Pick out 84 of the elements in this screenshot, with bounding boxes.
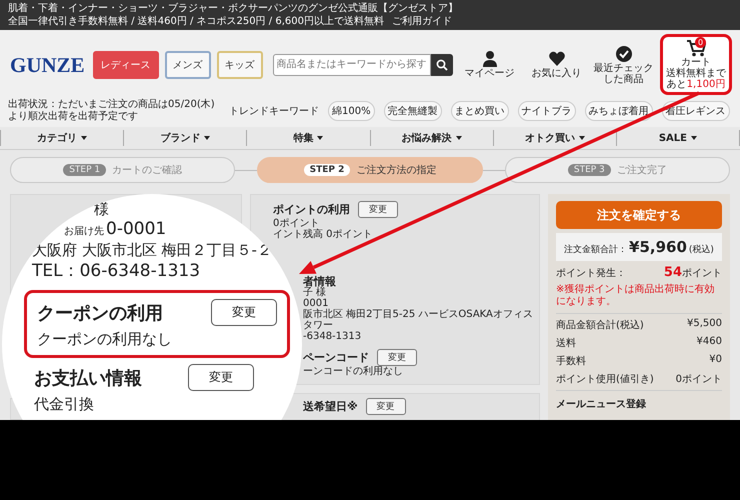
- nav-menu-item[interactable]: 特集: [246, 130, 370, 146]
- cart-button[interactable]: 0 カート 送料無料まで あと 1,100円: [660, 34, 732, 95]
- step-badge: STEP 1: [63, 164, 106, 176]
- points-label: ポイント発生：: [556, 266, 626, 280]
- phone-number: TEL：06-6348-1313: [32, 260, 202, 282]
- cart-icon: [686, 39, 706, 57]
- check-circle-icon: [614, 44, 632, 62]
- search-button[interactable]: [431, 54, 453, 76]
- nav-menu-item[interactable]: カテゴリ: [0, 130, 124, 146]
- keyword-tag[interactable]: 綿100%: [328, 101, 375, 121]
- step-label: ご注文完了: [616, 164, 667, 177]
- shortcut-link[interactable]: 最近チェックした商品: [593, 44, 654, 84]
- shipping-notice: 全国一律代引き手数料無料 / 送料460円 / ネコポス250円 / 6,600円以上で送料無料: [8, 15, 384, 28]
- search-field[interactable]: 商品名またはキーワードから探す: [272, 54, 431, 76]
- section-text: 0001: [303, 298, 328, 309]
- search-icon: [436, 58, 448, 70]
- section-text: 阪市北区 梅田2丁目5-25 ハービスOSAKAオフィスタワー: [303, 309, 533, 331]
- section-text: ーンコードの利用なし: [303, 366, 403, 377]
- caret-icon: [578, 136, 585, 140]
- nav-menu-item[interactable]: オトク買い: [492, 130, 616, 146]
- section-title: 送希望日※: [303, 401, 358, 412]
- delivery-label: お届け先: [64, 224, 104, 238]
- step-badge: STEP 3: [568, 164, 611, 176]
- change-button[interactable]: 変更: [366, 398, 406, 415]
- change-button[interactable]: 変更: [358, 201, 398, 218]
- tax-note: (税込): [688, 244, 714, 256]
- summary-value: ¥0: [709, 354, 722, 367]
- summary-label: 商品金額合計(税込): [556, 318, 644, 332]
- points-note: ※獲得ポイントは商品出荷時に有効になります。: [556, 284, 722, 314]
- total-label: 注文金額合計：: [564, 244, 628, 256]
- section-text: クーポンの利用なし: [37, 330, 173, 349]
- section-text: -6348-1313: [303, 331, 362, 342]
- section-title: ペーンコード: [303, 352, 369, 363]
- shortcut-link[interactable]: お気に入り: [526, 50, 587, 79]
- keyword-tag[interactable]: まとめ買い: [450, 101, 509, 121]
- keyword-tag[interactable]: ナイトブラ: [518, 101, 576, 121]
- recipient-name: 様: [94, 200, 109, 218]
- summary-value: ¥5,500: [687, 318, 722, 331]
- section-title: ポイントの利用: [273, 204, 350, 215]
- points-earned: 54ポイント: [664, 265, 722, 280]
- person-icon: [480, 50, 498, 68]
- section-text: 代金引換: [34, 395, 95, 414]
- total-amount: ¥5,960: [629, 238, 687, 256]
- shipping-status: 出荷状況：ただいまご注文の商品は05/20(木)より順次出荷を出荷予定です: [8, 99, 216, 123]
- category-tab[interactable]: レディース: [92, 50, 159, 78]
- change-button[interactable]: 変更: [211, 299, 277, 326]
- caret-icon: [81, 136, 88, 140]
- nav-menu-item[interactable]: ブランド: [123, 130, 246, 146]
- summary-value: 0ポイント: [676, 373, 722, 386]
- category-tab[interactable]: キッズ: [216, 50, 263, 78]
- site-title: 肌着・下着・インナー・ショーツ・ブラジャー・ボクサーパンツのグンゼ公式通販【グンゼストア】: [8, 2, 458, 15]
- category-tab[interactable]: メンズ: [164, 50, 211, 78]
- caret-icon: [204, 136, 210, 140]
- summary-label: 送料: [556, 336, 576, 350]
- section-title: お支払い情報: [34, 366, 142, 390]
- section-text: 0ポイント: [273, 218, 320, 229]
- nav-menu-item[interactable]: お悩み解決: [370, 130, 493, 146]
- caret-icon: [317, 136, 324, 140]
- logo[interactable]: GUNZE: [8, 52, 87, 78]
- guide-link[interactable]: ご利用ガイド: [392, 15, 452, 28]
- change-button[interactable]: 変更: [188, 364, 254, 391]
- postal-code: 0-0001: [106, 218, 166, 240]
- caret-icon: [691, 136, 698, 140]
- section-title: 者情報: [303, 276, 336, 287]
- cart-count-badge: 0: [695, 37, 706, 48]
- step-label: ご注文方法の指定: [356, 164, 436, 177]
- summary-label: ポイント使用(値引き): [556, 373, 654, 386]
- heart-icon: [548, 50, 566, 68]
- section-text: 子 様: [303, 287, 326, 298]
- keyword-tag[interactable]: みちょぼ着用: [584, 101, 653, 121]
- confirm-order-button[interactable]: 注文を確定する: [556, 201, 722, 229]
- section-text: イント残高 0ポイント: [273, 229, 373, 240]
- change-button[interactable]: 変更: [377, 349, 417, 366]
- section-title: クーポンの利用: [37, 302, 163, 324]
- summary-value: ¥460: [696, 336, 722, 349]
- step-label: カートのご確認: [112, 164, 182, 177]
- caret-icon: [456, 136, 462, 140]
- nav-menu-item[interactable]: SALE: [616, 130, 740, 146]
- newsletter-heading: メールニュース登録: [556, 390, 722, 411]
- keyword-tag[interactable]: 完全無縫製: [384, 101, 442, 121]
- step-badge: STEP 2: [304, 164, 350, 176]
- trend-label: トレンドキーワード: [229, 105, 319, 118]
- shortcut-link[interactable]: マイページ: [459, 50, 520, 79]
- summary-label: 手数料: [556, 354, 586, 368]
